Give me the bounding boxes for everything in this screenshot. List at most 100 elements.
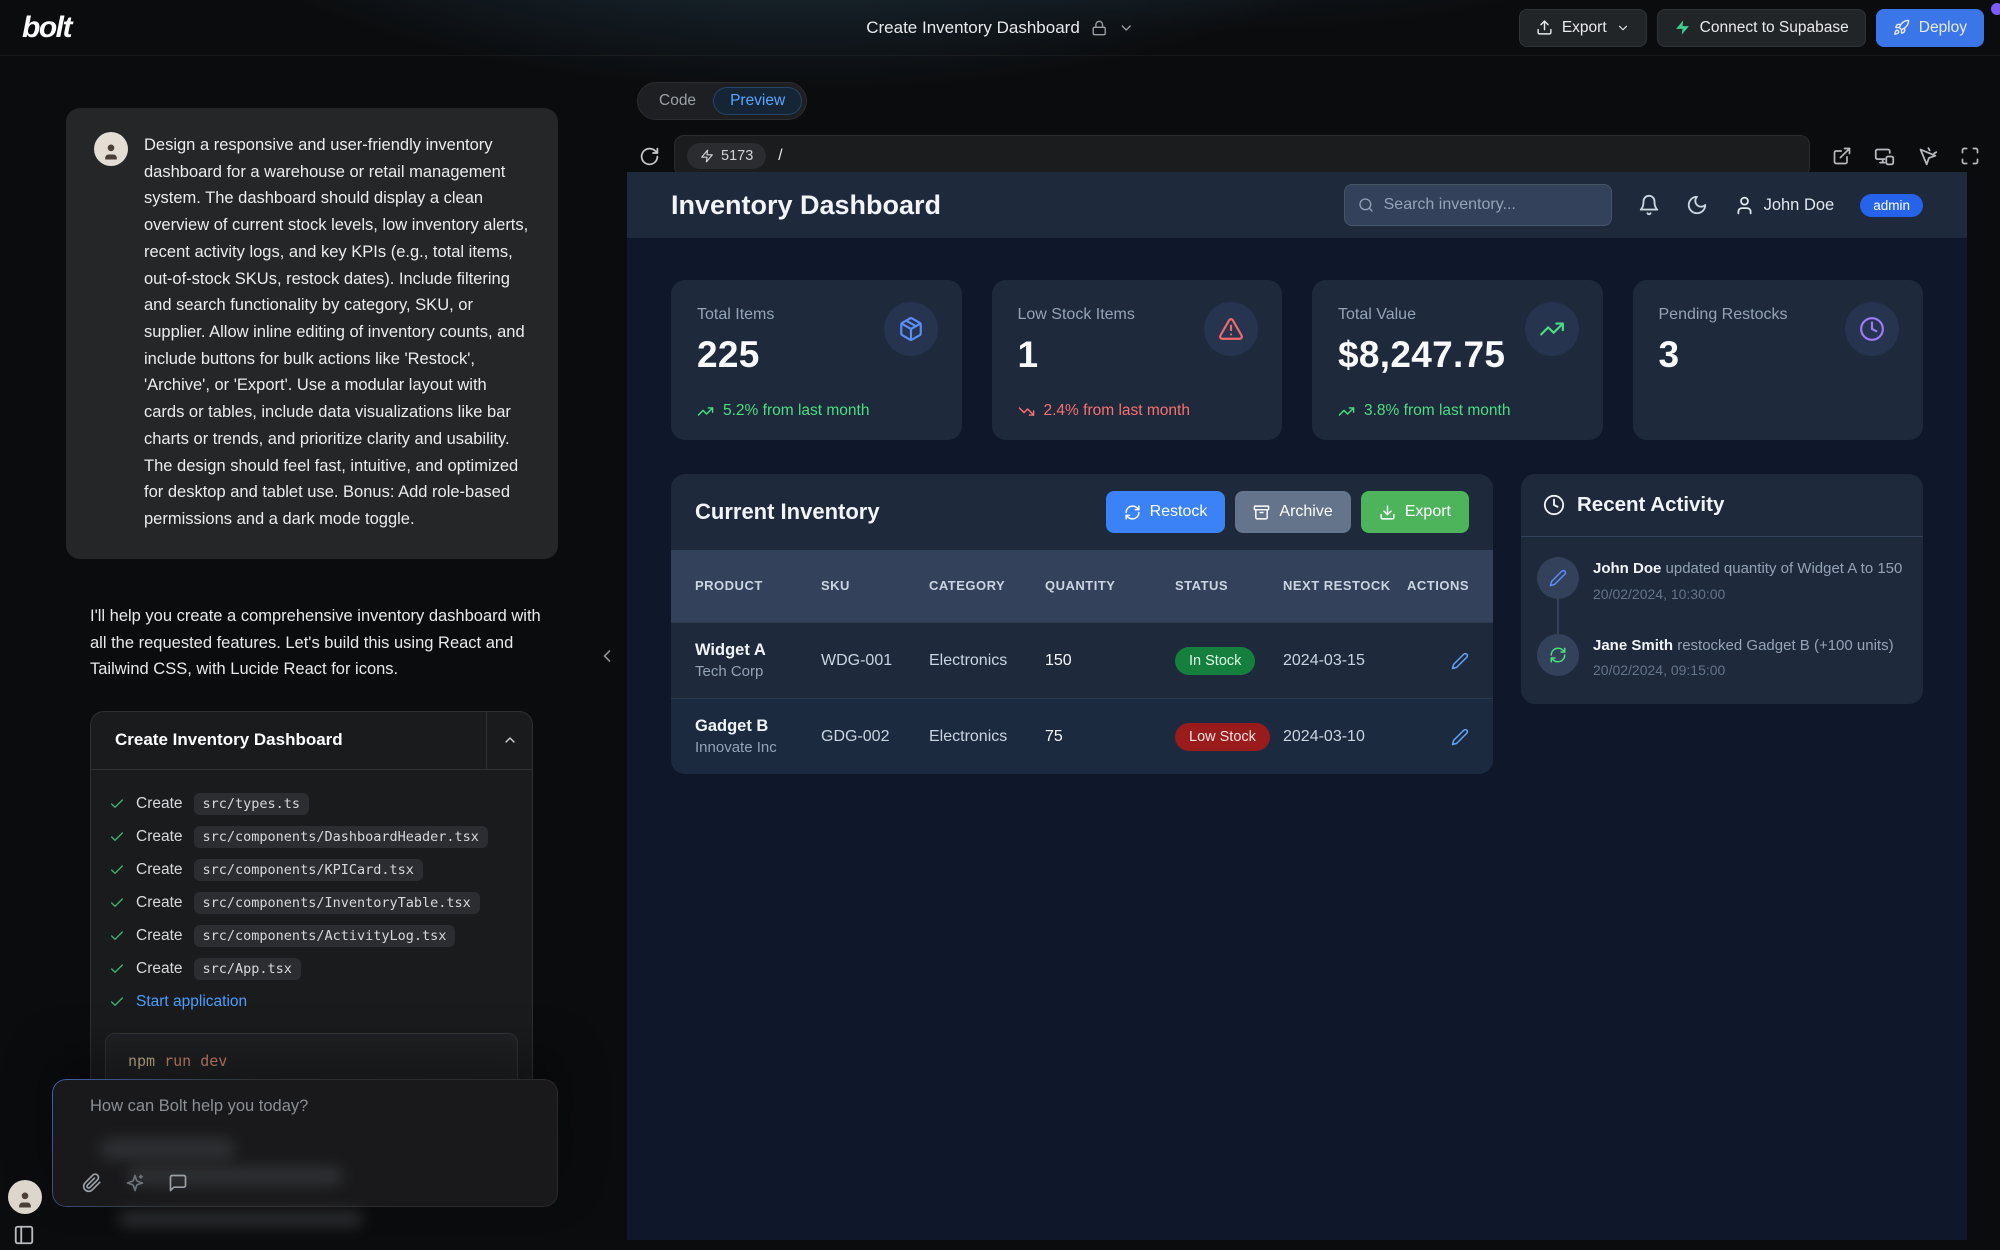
reload-icon[interactable] — [639, 146, 660, 167]
package-icon — [884, 302, 938, 356]
cell-quantity[interactable]: 75 — [1045, 728, 1175, 746]
fullscreen-icon[interactable] — [1960, 146, 1980, 167]
trending-down-icon — [1018, 403, 1035, 420]
archive-icon — [1253, 504, 1270, 521]
check-icon — [109, 961, 125, 977]
table-row[interactable]: Gadget B Innovate Inc GDG-002 Electronic… — [671, 698, 1493, 774]
project-title-group[interactable]: Create Inventory Dashboard — [866, 18, 1134, 38]
product-name: Gadget B — [695, 717, 821, 736]
edit-row-button[interactable] — [1451, 652, 1469, 670]
dashboard-header: Inventory Dashboard John Doe admin — [627, 172, 1967, 238]
step-file[interactable]: src/components/InventoryTable.tsx — [194, 892, 480, 914]
cell-sku: WDG-001 — [821, 652, 929, 670]
archive-label: Archive — [1279, 503, 1332, 521]
notifications-bell-icon[interactable] — [1638, 194, 1660, 216]
restock-button[interactable]: Restock — [1106, 491, 1226, 533]
project-title: Create Inventory Dashboard — [866, 18, 1080, 38]
user-message-text: Design a responsive and user-friendly in… — [144, 132, 530, 533]
column-actions: Actions — [1407, 577, 1469, 595]
supabase-label: Connect to Supabase — [1700, 19, 1849, 37]
trending-up-icon — [1525, 302, 1579, 356]
search-input[interactable] — [1384, 196, 1598, 214]
inspector-icon[interactable] — [1917, 146, 1938, 167]
port-zap-icon — [700, 149, 714, 163]
collapse-artifact-button[interactable] — [486, 712, 532, 769]
clock-icon — [1845, 302, 1899, 356]
chat-mode-icon[interactable] — [168, 1173, 188, 1193]
tab-code[interactable]: Code — [642, 87, 713, 115]
step-file[interactable]: src/components/DashboardHeader.tsx — [194, 826, 488, 848]
artifact-title: Create Inventory Dashboard — [91, 712, 486, 769]
collapse-chat-handle[interactable] — [592, 633, 622, 679]
open-external-icon[interactable] — [1832, 146, 1852, 167]
port-pill[interactable]: 5173 — [687, 143, 766, 169]
account-avatar[interactable] — [8, 1180, 42, 1214]
redacted-text — [100, 1138, 235, 1160]
kpi-change-text: 5.2% from last month — [723, 402, 869, 420]
chevron-down-icon[interactable] — [1118, 20, 1134, 36]
search-icon — [1358, 196, 1374, 214]
attach-file-icon[interactable] — [82, 1173, 102, 1193]
product-supplier: Tech Corp — [695, 663, 821, 680]
deploy-label: Deploy — [1919, 19, 1967, 37]
deploy-button[interactable]: Deploy — [1876, 9, 1984, 47]
export-button[interactable]: Export — [1361, 491, 1469, 533]
artifact-step: Create src/components/ActivityLog.tsx — [109, 920, 514, 953]
step-action: Create — [136, 960, 183, 978]
device-preview-icon[interactable] — [1874, 146, 1895, 167]
activity-time: 20/02/2024, 10:30:00 — [1593, 586, 1902, 602]
supabase-zap-icon — [1674, 19, 1691, 36]
user-name: John Doe — [1764, 196, 1835, 215]
bolt-logo[interactable]: bolt — [16, 11, 71, 45]
inventory-search[interactable] — [1344, 184, 1612, 226]
artifact-step: Create src/components/InventoryTable.tsx — [109, 887, 514, 920]
private-lock-icon — [1091, 20, 1107, 36]
start-application-link[interactable]: Start application — [136, 993, 247, 1011]
pencil-icon — [1451, 652, 1469, 670]
archive-button[interactable]: Archive — [1235, 491, 1350, 533]
column-status: Status — [1175, 577, 1283, 595]
check-icon — [109, 895, 125, 911]
check-icon — [109, 994, 125, 1010]
download-icon — [1379, 504, 1396, 521]
dashboard-title: Inventory Dashboard — [671, 190, 941, 221]
inventory-title: Current Inventory — [695, 499, 880, 525]
chat-input-box[interactable] — [52, 1079, 558, 1207]
cell-next-restock: 2024-03-10 — [1283, 728, 1405, 746]
dark-mode-toggle-icon[interactable] — [1686, 194, 1708, 216]
preview-toolbar: 5173 / — [639, 135, 1988, 177]
export-button[interactable]: Export — [1519, 9, 1647, 47]
check-icon — [109, 796, 125, 812]
step-file[interactable]: src/components/KPICard.tsx — [194, 859, 423, 881]
enhance-prompt-icon[interactable] — [125, 1173, 145, 1193]
connect-supabase-button[interactable]: Connect to Supabase — [1657, 9, 1866, 47]
column-next-restock: Next Restock — [1283, 577, 1405, 595]
preview-address-bar[interactable]: 5173 / — [674, 135, 1810, 177]
step-file[interactable]: src/components/ActivityLog.tsx — [194, 925, 456, 947]
edit-row-button[interactable] — [1451, 728, 1469, 746]
artifact-card: Create Inventory Dashboard Create src/ty… — [90, 711, 533, 1106]
kpi-change-text: 3.8% from last month — [1364, 402, 1510, 420]
user-menu[interactable]: John Doe — [1734, 195, 1835, 216]
kpi-card-pending-restocks: Pending Restocks 3 — [1633, 280, 1924, 440]
view-mode-switch: Code Preview — [637, 82, 807, 120]
step-file[interactable]: src/types.ts — [194, 793, 310, 815]
assistant-intro-text: I'll help you create a comprehensive inv… — [90, 603, 552, 683]
kpi-row: Total Items 225 5.2% from last month Low… — [671, 280, 1923, 440]
chat-input[interactable] — [90, 1097, 534, 1137]
sidebar-toggle-icon[interactable] — [13, 1224, 35, 1246]
table-row[interactable]: Widget A Tech Corp WDG-001 Electronics 1… — [671, 622, 1493, 698]
cell-quantity[interactable]: 150 — [1045, 652, 1175, 670]
activity-item: Jane Smith restocked Gadget B (+100 unit… — [1537, 634, 1905, 679]
kpi-card-low-stock: Low Stock Items 1 2.4% from last month — [992, 280, 1283, 440]
step-action: Create — [136, 828, 183, 846]
step-file[interactable]: src/App.tsx — [194, 958, 301, 980]
url-path: / — [778, 147, 782, 165]
chevron-down-icon — [1616, 21, 1630, 35]
tab-preview[interactable]: Preview — [713, 87, 802, 115]
check-icon — [109, 862, 125, 878]
user-avatar — [94, 132, 128, 166]
check-icon — [109, 928, 125, 944]
alert-triangle-icon — [1204, 302, 1258, 356]
kpi-card-total-value: Total Value $8,247.75 3.8% from last mon… — [1312, 280, 1603, 440]
